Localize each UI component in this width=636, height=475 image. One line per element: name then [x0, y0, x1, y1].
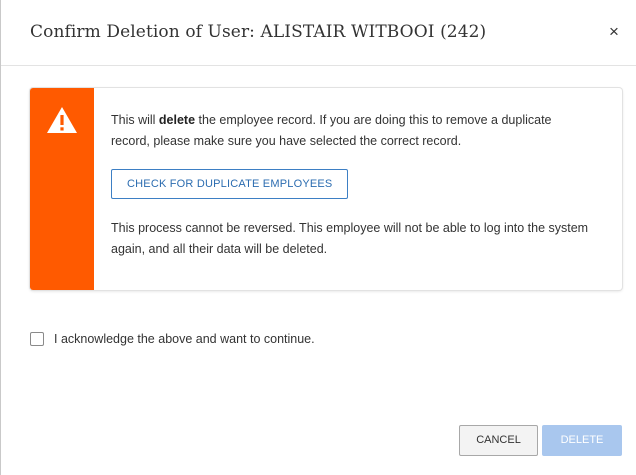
cancel-button[interactable]: CANCEL [459, 425, 538, 456]
alert-strip [30, 88, 94, 290]
confirm-deletion-dialog: Confirm Deletion of User: ALISTAIR WITBO… [0, 0, 636, 475]
dialog-title: Confirm Deletion of User: ALISTAIR WITBO… [30, 22, 487, 42]
acknowledge-row[interactable]: I acknowledge the above and want to cont… [30, 330, 315, 348]
alert-paragraph-1: This will delete the employee record. If… [111, 110, 591, 152]
check-duplicates-button[interactable]: CHECK FOR DUPLICATE EMPLOYEES [111, 169, 349, 199]
dialog-header: Confirm Deletion of User: ALISTAIR WITBO… [1, 0, 636, 66]
acknowledge-checkbox[interactable] [30, 332, 44, 346]
alert-emphasis: delete [158, 113, 196, 127]
warning-icon [47, 107, 77, 133]
alert-paragraph-2: This process cannot be reversed. This em… [111, 221, 589, 256]
delete-button[interactable]: DELETE [542, 425, 622, 456]
alert-body: This will delete the employee record. If… [111, 110, 591, 260]
alert-text: This will [111, 113, 159, 127]
close-icon[interactable]: × [605, 23, 623, 41]
acknowledge-label[interactable]: I acknowledge the above and want to cont… [54, 332, 315, 346]
warning-alert: This will delete the employee record. If… [30, 88, 622, 290]
